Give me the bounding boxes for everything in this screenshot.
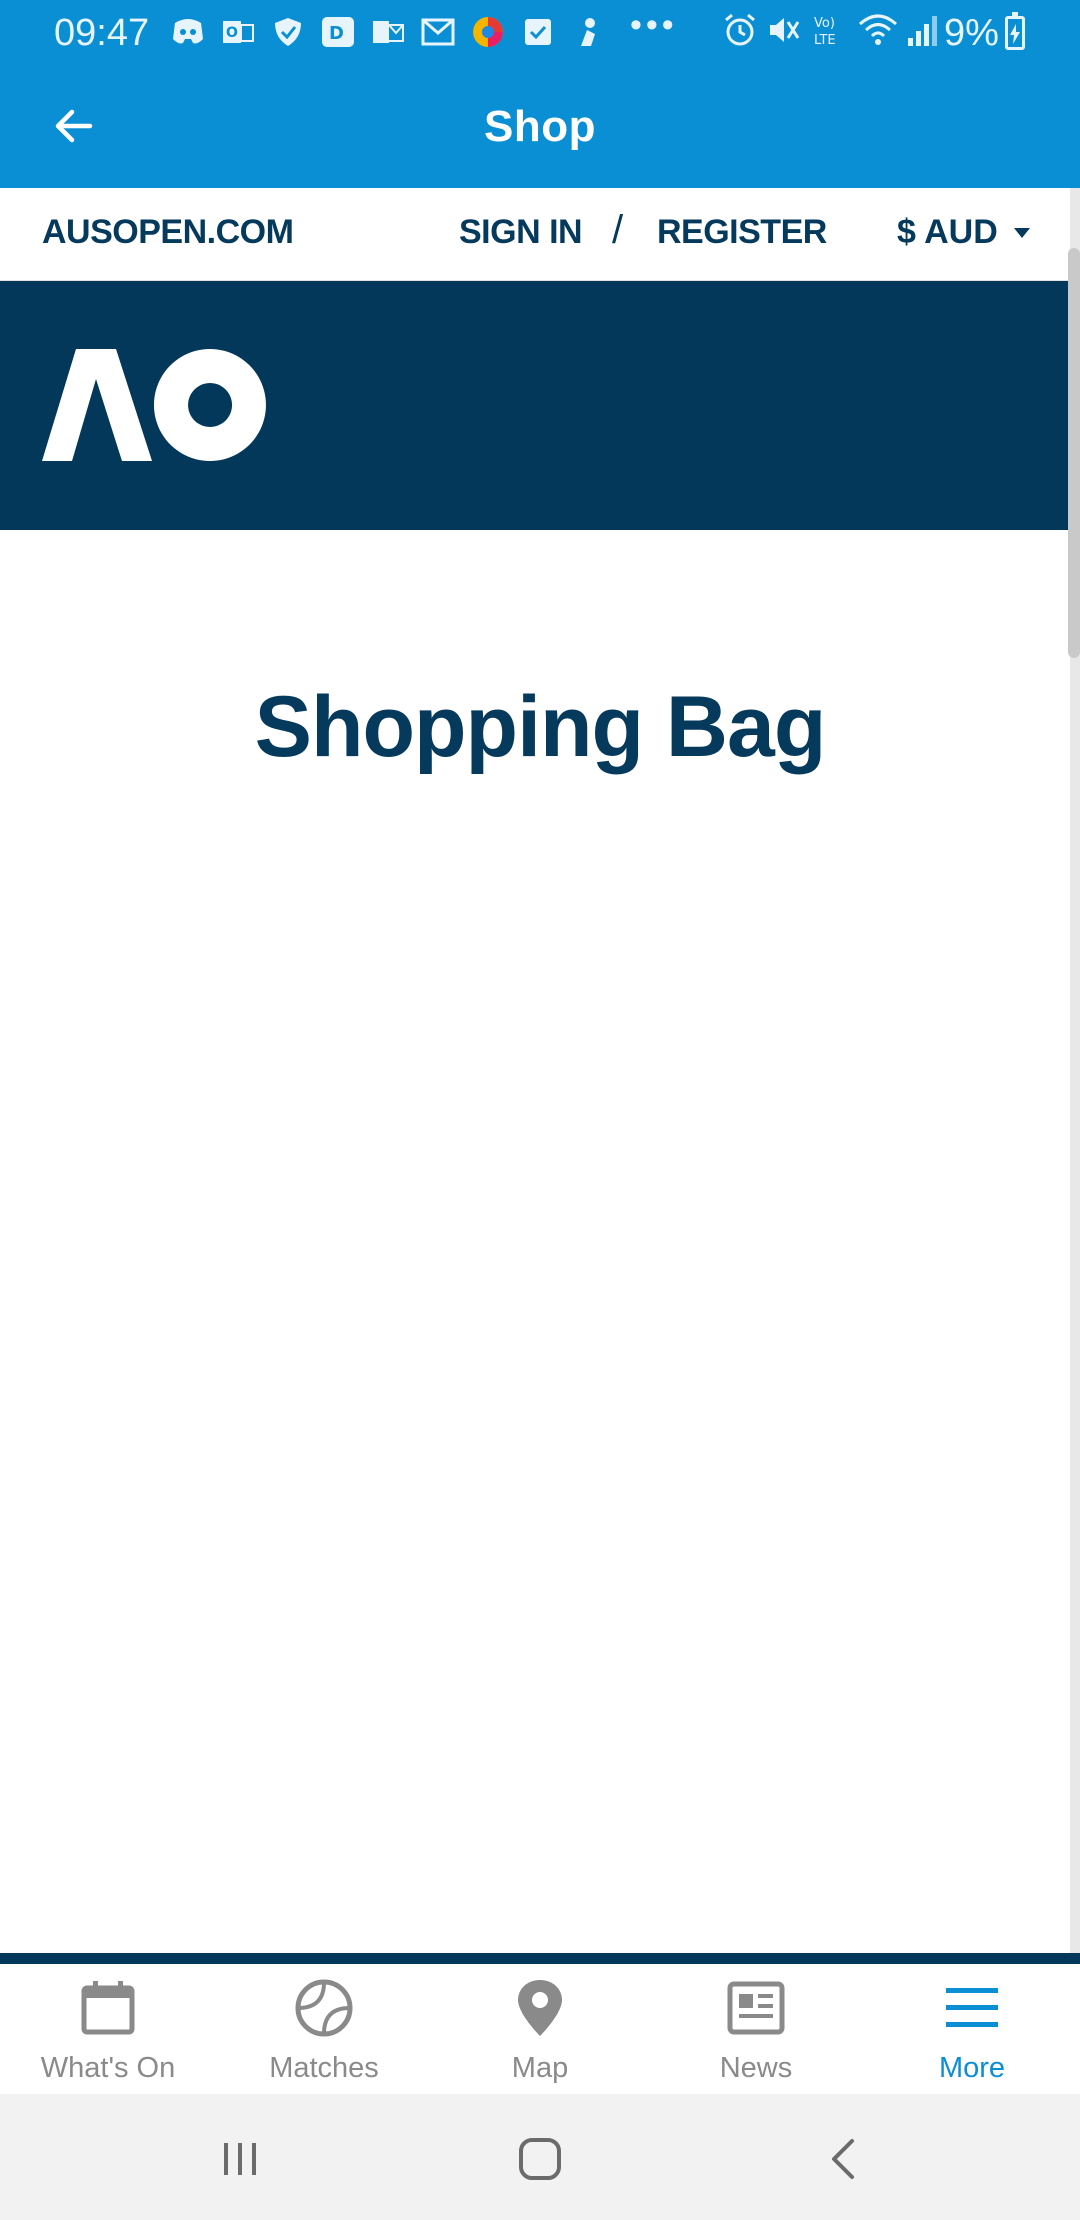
ausopen-home-link[interactable]: AUSOPEN.COM xyxy=(42,213,294,252)
alarm-icon xyxy=(722,12,758,53)
nav-label: Matches xyxy=(269,2052,379,2084)
sign-in-link[interactable]: SIGN IN xyxy=(459,213,583,252)
notification-icons: O D xyxy=(170,14,606,50)
nav-separator: / xyxy=(612,208,624,252)
map-pin-icon xyxy=(518,1980,562,2036)
recent-apps-button[interactable] xyxy=(205,2124,275,2194)
currency-select[interactable]: $ AUD xyxy=(897,213,1032,252)
tennis-ball-icon xyxy=(295,1979,353,2037)
nav-label: What's On xyxy=(40,2052,176,2084)
discord-notification-icon xyxy=(170,14,206,50)
page-title: Shop xyxy=(484,102,596,151)
home-button[interactable] xyxy=(505,2124,575,2194)
svg-text:LTE: LTE xyxy=(814,33,836,48)
bottom-nav-divider xyxy=(0,1953,1080,1964)
system-status-icons: Vo) LTE xyxy=(722,12,940,53)
nav-more[interactable]: More xyxy=(864,1964,1080,2094)
disney-notification-icon: D xyxy=(320,14,356,50)
status-time: 09:47 xyxy=(54,12,150,54)
currency-label: $ AUD xyxy=(897,213,998,251)
nav-label: Map xyxy=(511,2052,569,2084)
shield-notification-icon xyxy=(270,14,306,50)
nav-news[interactable]: News xyxy=(648,1964,864,2094)
system-back-button[interactable] xyxy=(809,2124,879,2194)
bottom-nav: What's On Matches Map News More xyxy=(0,1964,1080,2094)
nav-whats-on[interactable]: What's On xyxy=(0,1964,216,2094)
svg-text:Vo): Vo) xyxy=(814,16,835,31)
svg-text:O: O xyxy=(226,25,238,41)
scrollbar-thumb[interactable] xyxy=(1068,248,1080,658)
nav-label: More xyxy=(938,2052,1006,2084)
site-nav: AUSOPEN.COM SIGN IN / REGISTER $ AUD xyxy=(0,188,1070,281)
newspaper-icon xyxy=(727,1981,785,2035)
shopping-bag-heading: Shopping Bag xyxy=(254,679,827,775)
tennis-notification-icon xyxy=(570,14,606,50)
battery-icon xyxy=(1005,12,1025,50)
battery-percentage: 9% xyxy=(944,12,999,54)
register-link[interactable]: REGISTER xyxy=(657,213,827,252)
app-bar: Shop xyxy=(0,68,1080,188)
system-nav-bar xyxy=(0,2094,1080,2220)
brand-banner xyxy=(0,281,1070,530)
caret-down-icon xyxy=(1013,227,1030,238)
svg-text:D: D xyxy=(329,23,344,44)
signal-icon xyxy=(906,12,940,53)
gmail-notification-icon xyxy=(420,14,456,50)
status-bar: 09:47 O D ••• Vo) LTE 9% xyxy=(0,0,1080,68)
home-icon xyxy=(519,2138,561,2180)
nav-matches[interactable]: Matches xyxy=(216,1964,432,2094)
color-app-notification-icon xyxy=(470,14,506,50)
tasks-notification-icon xyxy=(520,14,556,50)
nav-label: News xyxy=(719,2052,793,2084)
calendar-icon xyxy=(81,1981,135,2035)
ao-logo[interactable] xyxy=(42,349,266,461)
chevron-left-icon xyxy=(832,2139,854,2179)
wifi-icon xyxy=(858,12,898,53)
outlook-notification-icon: O xyxy=(220,14,256,50)
menu-icon xyxy=(946,1988,998,2027)
nav-map[interactable]: Map xyxy=(432,1964,648,2094)
recent-apps-icon xyxy=(224,2143,256,2175)
volte-icon: Vo) LTE xyxy=(810,12,850,53)
outlook-mail-notification-icon xyxy=(370,14,406,50)
mute-icon xyxy=(766,12,802,53)
more-notifications-icon: ••• xyxy=(630,6,678,44)
